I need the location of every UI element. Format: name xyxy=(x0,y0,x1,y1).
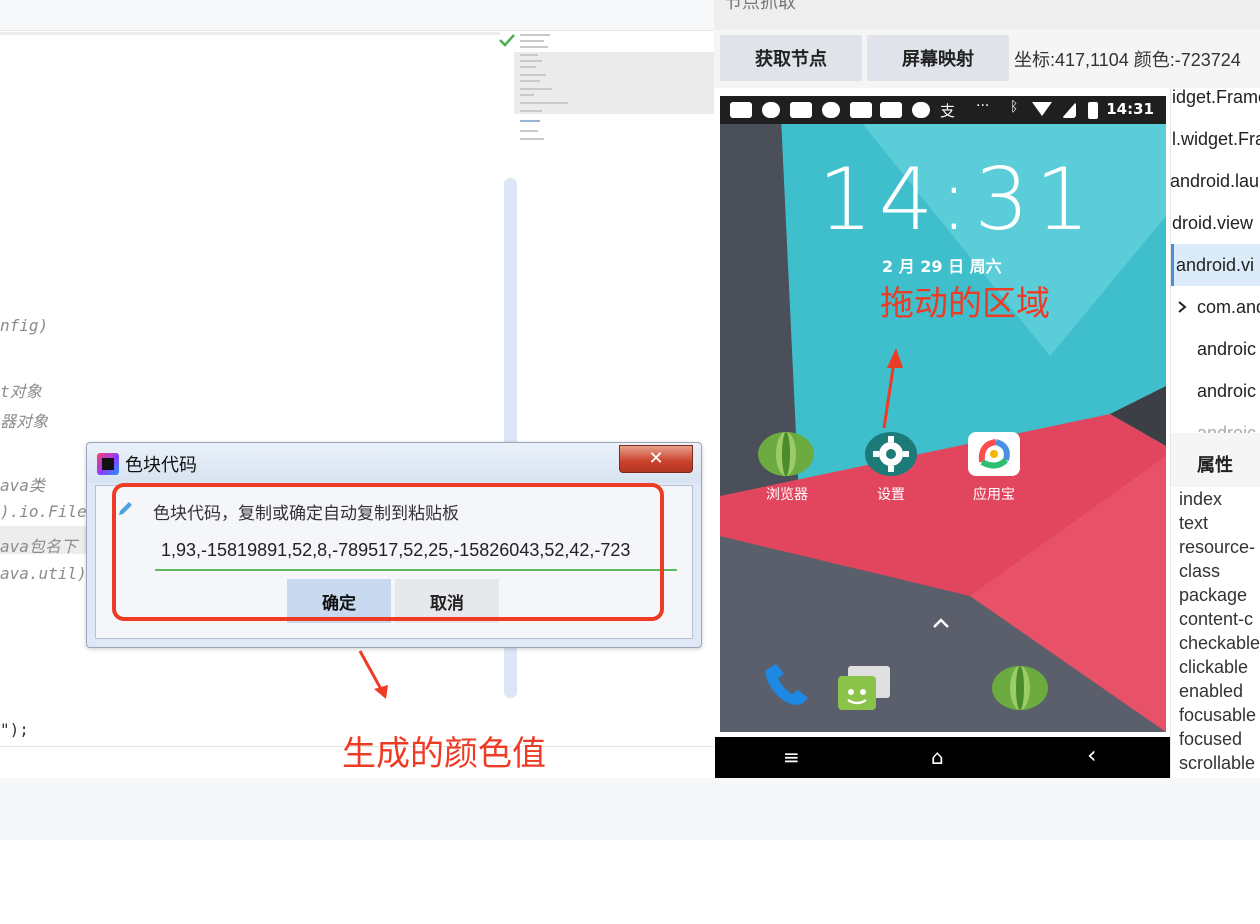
alipay-icon: 支 xyxy=(940,102,956,120)
menu-icon[interactable]: ≡ xyxy=(783,745,800,769)
battery-icon xyxy=(1088,102,1098,119)
property-label: index xyxy=(1179,489,1223,509)
status-bar: 支 ··· ᛒ 14:31 xyxy=(720,96,1166,124)
status-time: 14:31 xyxy=(1106,100,1154,118)
tree-item[interactable]: idget.FrameL xyxy=(1172,76,1260,118)
tree-item[interactable]: droid.view xyxy=(1172,202,1253,244)
code-minimap[interactable] xyxy=(514,30,714,154)
back-icon[interactable]: ‹ xyxy=(1087,741,1097,769)
app-label-settings[interactable]: 设置 xyxy=(846,484,936,504)
annotation-arrow xyxy=(882,348,903,429)
code-line: t对象 xyxy=(0,382,42,401)
close-button[interactable]: ✕ xyxy=(619,445,693,473)
lockscreen-date: 2 月 29 日 周六 xyxy=(882,257,1002,276)
property-label: resource- xyxy=(1179,537,1256,557)
property-label: scrollable xyxy=(1179,753,1256,773)
tree-item[interactable]: com.and xyxy=(1197,286,1260,328)
ide-topbar xyxy=(0,0,714,31)
app-label-browser[interactable]: 浏览器 xyxy=(742,484,832,504)
code-line: 器对象 xyxy=(0,412,49,431)
chat-icon xyxy=(912,102,930,118)
property-label: class xyxy=(1179,561,1221,581)
chat-icon xyxy=(822,102,840,118)
phone-icon[interactable] xyxy=(758,662,814,710)
chevron-right-icon[interactable] xyxy=(1176,300,1188,314)
annotation-drag-area: 拖动的区域 xyxy=(880,285,1050,323)
tree-item[interactable]: android.lau xyxy=(1170,160,1259,202)
tree-item[interactable]: androic xyxy=(1197,370,1256,412)
code-line: ).io.File xyxy=(0,502,87,521)
tool-title: 节点抓取 xyxy=(724,0,796,13)
app-label-appstore[interactable]: 应用宝 xyxy=(949,484,1039,504)
browser-dock-icon[interactable] xyxy=(992,666,1048,710)
property-label: checkable xyxy=(1179,633,1260,653)
messaging-icon[interactable] xyxy=(834,664,894,714)
lockscreen-clock: 14:31 xyxy=(818,150,1096,250)
annotation-arrow xyxy=(358,650,388,699)
more-icon: ··· xyxy=(976,98,990,114)
property-label: focusable xyxy=(1179,705,1257,725)
code-line: nfig) xyxy=(0,316,49,335)
tree-item-selected[interactable]: android.vi xyxy=(1176,244,1254,286)
annotation-generated-value: 生成的颜色值 xyxy=(342,735,546,773)
tree-item[interactable]: l.widget.Fra xyxy=(1172,118,1260,160)
signal-icon xyxy=(1062,102,1076,118)
chat-icon xyxy=(762,102,780,118)
news-icon xyxy=(850,102,872,118)
bluetooth-icon: ᛒ xyxy=(1010,99,1019,115)
tree-item[interactable]: androic xyxy=(1197,412,1256,433)
bottom-strip xyxy=(0,778,1260,840)
get-nodes-button[interactable]: 获取节点 xyxy=(720,35,862,81)
property-label: text xyxy=(1179,513,1209,533)
property-label: content-c xyxy=(1179,609,1254,629)
dialog-title: 色块代码 xyxy=(125,455,197,475)
appstore-icon[interactable] xyxy=(966,432,1022,476)
phone-screen[interactable]: 支 ··· ᛒ 14:31 14:31 2 月 29 日 周六 浏览器 设置 应… xyxy=(720,96,1166,732)
dialog-highlight-box xyxy=(112,483,664,621)
settings-icon[interactable] xyxy=(863,432,919,476)
coord-color-readout: 坐标:417,1104 颜色:-723724 xyxy=(1014,50,1241,70)
browser-icon[interactable] xyxy=(758,432,814,476)
property-label: focused xyxy=(1179,729,1243,749)
code-line: ava类 xyxy=(0,476,45,495)
tree-item[interactable]: androic xyxy=(1197,328,1256,370)
dialog-titlebar[interactable]: 色块代码 ✕ xyxy=(87,443,701,483)
properties-title: 属性 xyxy=(1197,455,1233,476)
property-label: enabled xyxy=(1179,681,1244,701)
app-logo-icon xyxy=(97,453,119,475)
code-line: ava包名下 xyxy=(0,537,77,556)
property-label: package xyxy=(1179,585,1248,605)
property-label: clickable xyxy=(1179,657,1249,677)
screen-map-button[interactable]: 屏幕映射 xyxy=(867,35,1009,81)
code-line: ava.util) xyxy=(0,564,87,583)
news-icon xyxy=(730,102,752,118)
chevron-up-icon[interactable] xyxy=(932,616,950,630)
news-icon xyxy=(880,102,902,118)
news-icon xyxy=(790,102,812,118)
ide-divider xyxy=(0,32,500,35)
home-icon[interactable]: ⌂ xyxy=(931,745,944,769)
wifi-icon xyxy=(1032,102,1052,116)
phone-nav-bar: ≡ ⌂ ‹ xyxy=(715,737,1170,778)
code-line: "); xyxy=(0,720,29,739)
